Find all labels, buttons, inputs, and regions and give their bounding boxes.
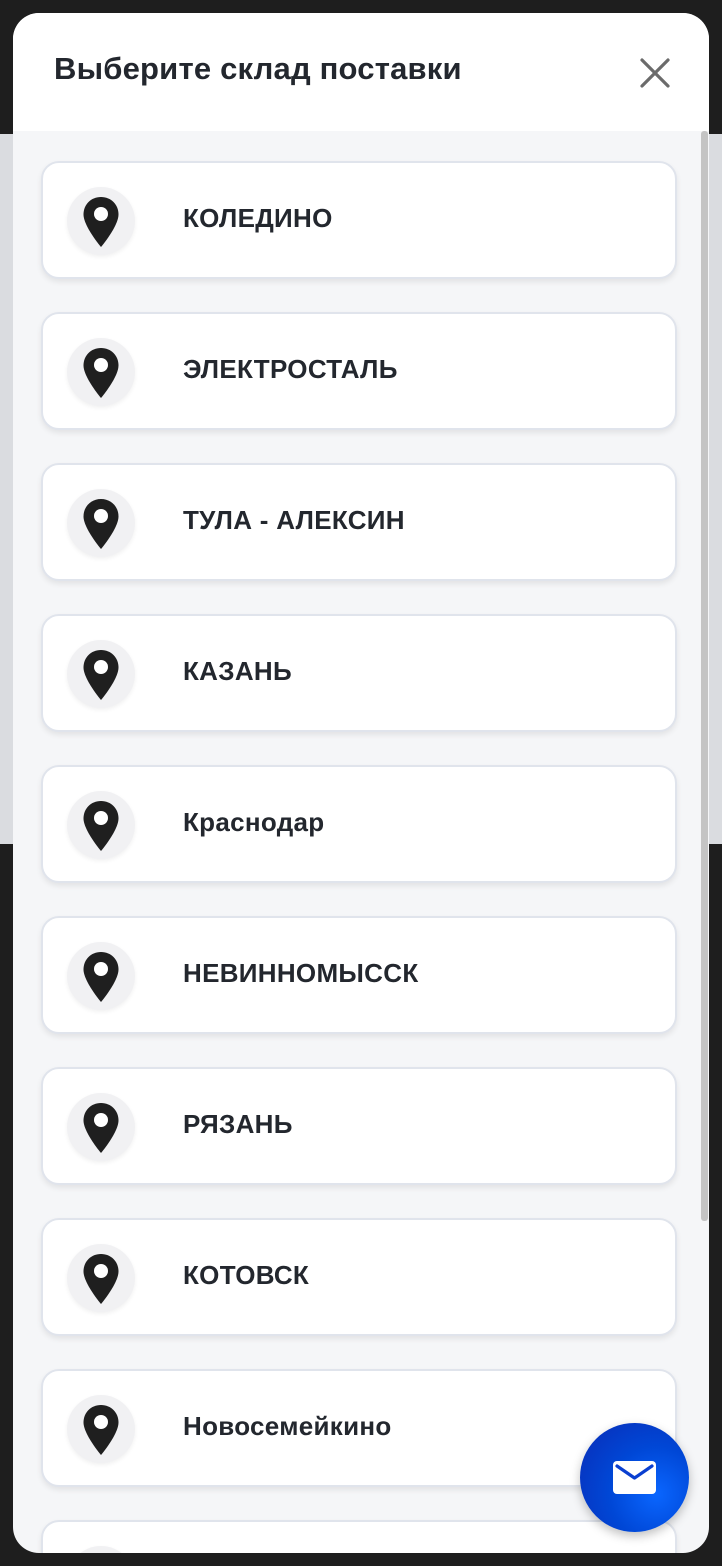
map-pin-icon <box>83 499 119 549</box>
map-pin-icon <box>83 650 119 700</box>
close-button[interactable] <box>635 53 675 93</box>
warehouse-item[interactable]: Краснодар <box>41 765 677 883</box>
modal-header: Выберите склад поставки <box>13 13 709 131</box>
warehouse-item[interactable]: РЯЗАНЬ <box>41 1067 677 1185</box>
warehouse-label: Новосемейкино <box>183 1411 392 1441</box>
pin-badge <box>67 1093 135 1161</box>
warehouse-item[interactable]: КАЗАНЬ <box>41 614 677 732</box>
pin-badge <box>67 1546 135 1553</box>
warehouse-label: Краснодар <box>183 807 325 837</box>
warehouse-label: РЯЗАНЬ <box>183 1109 293 1139</box>
map-pin-icon <box>83 801 119 851</box>
warehouse-label: ТУЛА - АЛЕКСИН <box>183 505 405 535</box>
warehouse-label: КАЗАНЬ <box>183 656 292 686</box>
warehouse-label: ЭЛЕКТРОСТАЛЬ <box>183 354 398 384</box>
map-pin-icon <box>83 1254 119 1304</box>
warehouse-label: КОТОВСК <box>183 1260 310 1290</box>
pin-badge <box>67 1244 135 1312</box>
close-icon <box>640 58 670 88</box>
pin-badge <box>67 942 135 1010</box>
warehouse-item[interactable]: ЭЛЕКТРОСТАЛЬ <box>41 312 677 430</box>
map-pin-icon <box>83 197 119 247</box>
map-pin-icon <box>83 348 119 398</box>
map-pin-icon <box>83 1103 119 1153</box>
pin-badge <box>67 1395 135 1463</box>
warehouse-item[interactable]: КОЛЕДИНО <box>41 161 677 279</box>
modal-title: Выберите склад поставки <box>54 51 462 86</box>
warehouse-item[interactable]: НЕВИННОМЫССК <box>41 916 677 1034</box>
warehouse-select-modal: Выберите склад поставки КОЛЕДИНО ЭЛЕКТРО… <box>13 13 709 1553</box>
pin-badge <box>67 489 135 557</box>
pin-badge <box>67 338 135 406</box>
warehouse-item[interactable]: ТУЛА - АЛЕКСИН <box>41 463 677 581</box>
warehouse-item[interactable] <box>41 1520 677 1553</box>
mail-icon <box>613 1461 656 1494</box>
map-pin-icon <box>83 952 119 1002</box>
scrollbar[interactable] <box>701 131 708 1221</box>
map-pin-icon <box>83 1405 119 1455</box>
pin-badge <box>67 640 135 708</box>
warehouse-label: КОЛЕДИНО <box>183 203 333 233</box>
warehouse-label: НЕВИННОМЫССК <box>183 958 419 988</box>
contact-button[interactable] <box>580 1423 689 1532</box>
pin-badge <box>67 791 135 859</box>
warehouse-item[interactable]: КОТОВСК <box>41 1218 677 1336</box>
warehouse-list[interactable]: КОЛЕДИНО ЭЛЕКТРОСТАЛЬ ТУЛА - АЛЕКСИН КАЗ… <box>13 131 709 1553</box>
pin-badge <box>67 187 135 255</box>
